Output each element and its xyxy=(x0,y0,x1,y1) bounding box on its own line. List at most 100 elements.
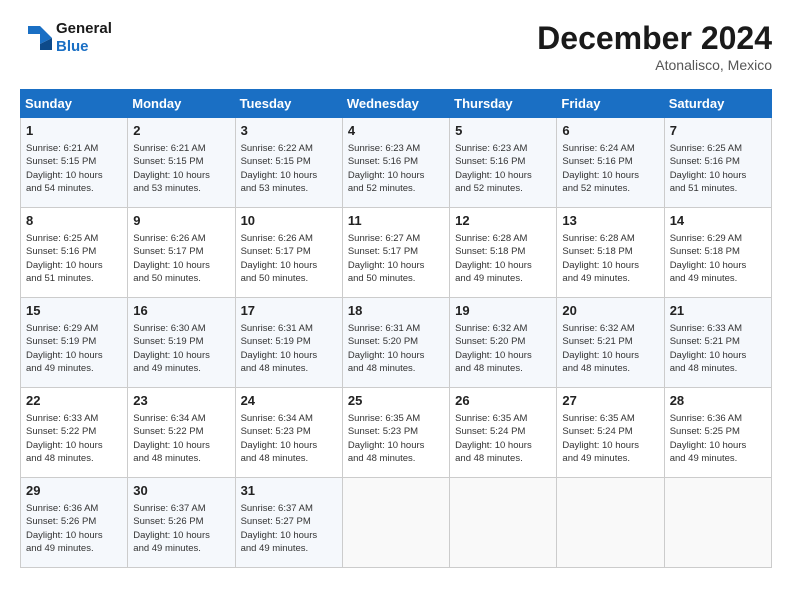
day-info: Sunrise: 6:29 AM Sunset: 5:18 PM Dayligh… xyxy=(670,232,766,285)
calendar-day-cell: 18 Sunrise: 6:31 AM Sunset: 5:20 PM Dayli… xyxy=(342,298,449,388)
calendar-day-cell: 19Sunrise: 6:32 AM Sunset: 5:20 PM Dayli… xyxy=(450,298,557,388)
day-info: Sunrise: 6:28 AM Sunset: 5:18 PM Dayligh… xyxy=(455,232,551,285)
calendar-day-cell: 3Sunrise: 6:22 AM Sunset: 5:15 PM Daylig… xyxy=(235,118,342,208)
day-info: Sunrise: 6:23 AM Sunset: 5:16 PM Dayligh… xyxy=(348,142,444,195)
day-info: Sunrise: 6:25 AM Sunset: 5:16 PM Dayligh… xyxy=(26,232,122,285)
day-number: 5 xyxy=(455,122,551,140)
day-info: Sunrise: 6:35 AM Sunset: 5:23 PM Dayligh… xyxy=(348,412,444,465)
calendar-day-cell: 2 Sunrise: 6:21 AM Sunset: 5:15 PM Daylig… xyxy=(128,118,235,208)
day-number: 2 xyxy=(133,122,229,140)
day-info: Sunrise: 6:28 AM Sunset: 5:18 PM Dayligh… xyxy=(562,232,658,285)
calendar-day-cell: 7 Sunrise: 6:25 AM Sunset: 5:16 PM Daylig… xyxy=(664,118,771,208)
day-number: 20 xyxy=(562,302,658,320)
day-info: Sunrise: 6:32 AM Sunset: 5:20 PM Dayligh… xyxy=(455,322,551,375)
day-info: Sunrise: 6:25 AM Sunset: 5:16 PM Dayligh… xyxy=(670,142,766,195)
day-number: 12 xyxy=(455,212,551,230)
calendar-day-cell: 6 Sunrise: 6:24 AM Sunset: 5:16 PM Daylig… xyxy=(557,118,664,208)
calendar-day-cell xyxy=(450,478,557,568)
day-number: 31 xyxy=(241,482,337,500)
day-info: Sunrise: 6:21 AM Sunset: 5:15 PM Dayligh… xyxy=(26,142,122,195)
day-number: 9 xyxy=(133,212,229,230)
day-number: 7 xyxy=(670,122,766,140)
day-number: 25 xyxy=(348,392,444,410)
day-number: 15 xyxy=(26,302,122,320)
day-number: 23 xyxy=(133,392,229,410)
day-info: Sunrise: 6:35 AM Sunset: 5:24 PM Dayligh… xyxy=(455,412,551,465)
day-info: Sunrise: 6:33 AM Sunset: 5:21 PM Dayligh… xyxy=(670,322,766,375)
day-number: 22 xyxy=(26,392,122,410)
day-info: Sunrise: 6:24 AM Sunset: 5:16 PM Dayligh… xyxy=(562,142,658,195)
day-number: 17 xyxy=(241,302,337,320)
calendar-day-cell: 23 Sunrise: 6:34 AM Sunset: 5:22 PM Dayli… xyxy=(128,388,235,478)
calendar-day-cell xyxy=(342,478,449,568)
month-year-title: December 2024 xyxy=(537,20,772,57)
calendar-day-cell: 12 Sunrise: 6:28 AM Sunset: 5:18 PM Dayli… xyxy=(450,208,557,298)
calendar-day-cell: 17 Sunrise: 6:31 AM Sunset: 5:19 PM Dayli… xyxy=(235,298,342,388)
calendar-day-cell: 29 Sunrise: 6:36 AM Sunset: 5:26 PM Dayli… xyxy=(21,478,128,568)
location-label: Atonalisco, Mexico xyxy=(537,57,772,73)
day-info: Sunrise: 6:31 AM Sunset: 5:19 PM Dayligh… xyxy=(241,322,337,375)
calendar-week-row: 1 Sunrise: 6:21 AM Sunset: 5:15 PM Daylig… xyxy=(21,118,772,208)
weekday-header-monday: Monday xyxy=(128,90,235,118)
calendar-day-cell: 10Sunrise: 6:26 AM Sunset: 5:17 PM Dayli… xyxy=(235,208,342,298)
day-info: Sunrise: 6:34 AM Sunset: 5:23 PM Dayligh… xyxy=(241,412,337,465)
day-number: 26 xyxy=(455,392,551,410)
calendar-day-cell: 11 Sunrise: 6:27 AM Sunset: 5:17 PM Dayli… xyxy=(342,208,449,298)
weekday-header-row: SundayMondayTuesdayWednesdayThursdayFrid… xyxy=(21,90,772,118)
day-number: 27 xyxy=(562,392,658,410)
day-info: Sunrise: 6:33 AM Sunset: 5:22 PM Dayligh… xyxy=(26,412,122,465)
day-info: Sunrise: 6:26 AM Sunset: 5:17 PM Dayligh… xyxy=(133,232,229,285)
day-info: Sunrise: 6:34 AM Sunset: 5:22 PM Dayligh… xyxy=(133,412,229,465)
calendar-day-cell: 15Sunrise: 6:29 AM Sunset: 5:19 PM Dayli… xyxy=(21,298,128,388)
day-number: 21 xyxy=(670,302,766,320)
day-info: Sunrise: 6:31 AM Sunset: 5:20 PM Dayligh… xyxy=(348,322,444,375)
calendar-day-cell: 22 Sunrise: 6:33 AM Sunset: 5:22 PM Dayli… xyxy=(21,388,128,478)
logo: General Blue xyxy=(20,20,112,56)
calendar-week-row: 22 Sunrise: 6:33 AM Sunset: 5:22 PM Dayli… xyxy=(21,388,772,478)
calendar-day-cell: 26 Sunrise: 6:35 AM Sunset: 5:24 PM Dayli… xyxy=(450,388,557,478)
calendar-day-cell: 24 Sunrise: 6:34 AM Sunset: 5:23 PM Dayli… xyxy=(235,388,342,478)
day-number: 13 xyxy=(562,212,658,230)
page-header: General Blue December 2024 Atonalisco, M… xyxy=(20,20,772,73)
calendar-week-row: 15Sunrise: 6:29 AM Sunset: 5:19 PM Dayli… xyxy=(21,298,772,388)
day-info: Sunrise: 6:21 AM Sunset: 5:15 PM Dayligh… xyxy=(133,142,229,195)
day-info: Sunrise: 6:36 AM Sunset: 5:26 PM Dayligh… xyxy=(26,502,122,555)
day-number: 4 xyxy=(348,122,444,140)
day-number: 18 xyxy=(348,302,444,320)
calendar-day-cell: 21 Sunrise: 6:33 AM Sunset: 5:21 PM Dayli… xyxy=(664,298,771,388)
calendar-day-cell: 14Sunrise: 6:29 AM Sunset: 5:18 PM Dayli… xyxy=(664,208,771,298)
calendar-day-cell: 28Sunrise: 6:36 AM Sunset: 5:25 PM Dayli… xyxy=(664,388,771,478)
day-number: 8 xyxy=(26,212,122,230)
day-number: 29 xyxy=(26,482,122,500)
calendar-day-cell: 27Sunrise: 6:35 AM Sunset: 5:24 PM Dayli… xyxy=(557,388,664,478)
calendar-day-cell: 8 Sunrise: 6:25 AM Sunset: 5:16 PM Daylig… xyxy=(21,208,128,298)
day-info: Sunrise: 6:30 AM Sunset: 5:19 PM Dayligh… xyxy=(133,322,229,375)
day-info: Sunrise: 6:32 AM Sunset: 5:21 PM Dayligh… xyxy=(562,322,658,375)
day-info: Sunrise: 6:26 AM Sunset: 5:17 PM Dayligh… xyxy=(241,232,337,285)
day-info: Sunrise: 6:27 AM Sunset: 5:17 PM Dayligh… xyxy=(348,232,444,285)
weekday-header-tuesday: Tuesday xyxy=(235,90,342,118)
day-info: Sunrise: 6:23 AM Sunset: 5:16 PM Dayligh… xyxy=(455,142,551,195)
day-number: 3 xyxy=(241,122,337,140)
calendar-day-cell: 16Sunrise: 6:30 AM Sunset: 5:19 PM Dayli… xyxy=(128,298,235,388)
weekday-header-saturday: Saturday xyxy=(664,90,771,118)
calendar-week-row: 8 Sunrise: 6:25 AM Sunset: 5:16 PM Daylig… xyxy=(21,208,772,298)
day-number: 6 xyxy=(562,122,658,140)
weekday-header-wednesday: Wednesday xyxy=(342,90,449,118)
calendar-table: SundayMondayTuesdayWednesdayThursdayFrid… xyxy=(20,89,772,568)
calendar-week-row: 29 Sunrise: 6:36 AM Sunset: 5:26 PM Dayli… xyxy=(21,478,772,568)
title-block: December 2024 Atonalisco, Mexico xyxy=(537,20,772,73)
weekday-header-thursday: Thursday xyxy=(450,90,557,118)
calendar-day-cell: 9 Sunrise: 6:26 AM Sunset: 5:17 PM Daylig… xyxy=(128,208,235,298)
day-info: Sunrise: 6:37 AM Sunset: 5:27 PM Dayligh… xyxy=(241,502,337,555)
day-number: 11 xyxy=(348,212,444,230)
calendar-day-cell: 4 Sunrise: 6:23 AM Sunset: 5:16 PM Daylig… xyxy=(342,118,449,208)
calendar-day-cell xyxy=(664,478,771,568)
logo-icon xyxy=(20,22,52,54)
weekday-header-sunday: Sunday xyxy=(21,90,128,118)
day-number: 1 xyxy=(26,122,122,140)
day-info: Sunrise: 6:36 AM Sunset: 5:25 PM Dayligh… xyxy=(670,412,766,465)
day-info: Sunrise: 6:37 AM Sunset: 5:26 PM Dayligh… xyxy=(133,502,229,555)
calendar-day-cell xyxy=(557,478,664,568)
day-number: 24 xyxy=(241,392,337,410)
